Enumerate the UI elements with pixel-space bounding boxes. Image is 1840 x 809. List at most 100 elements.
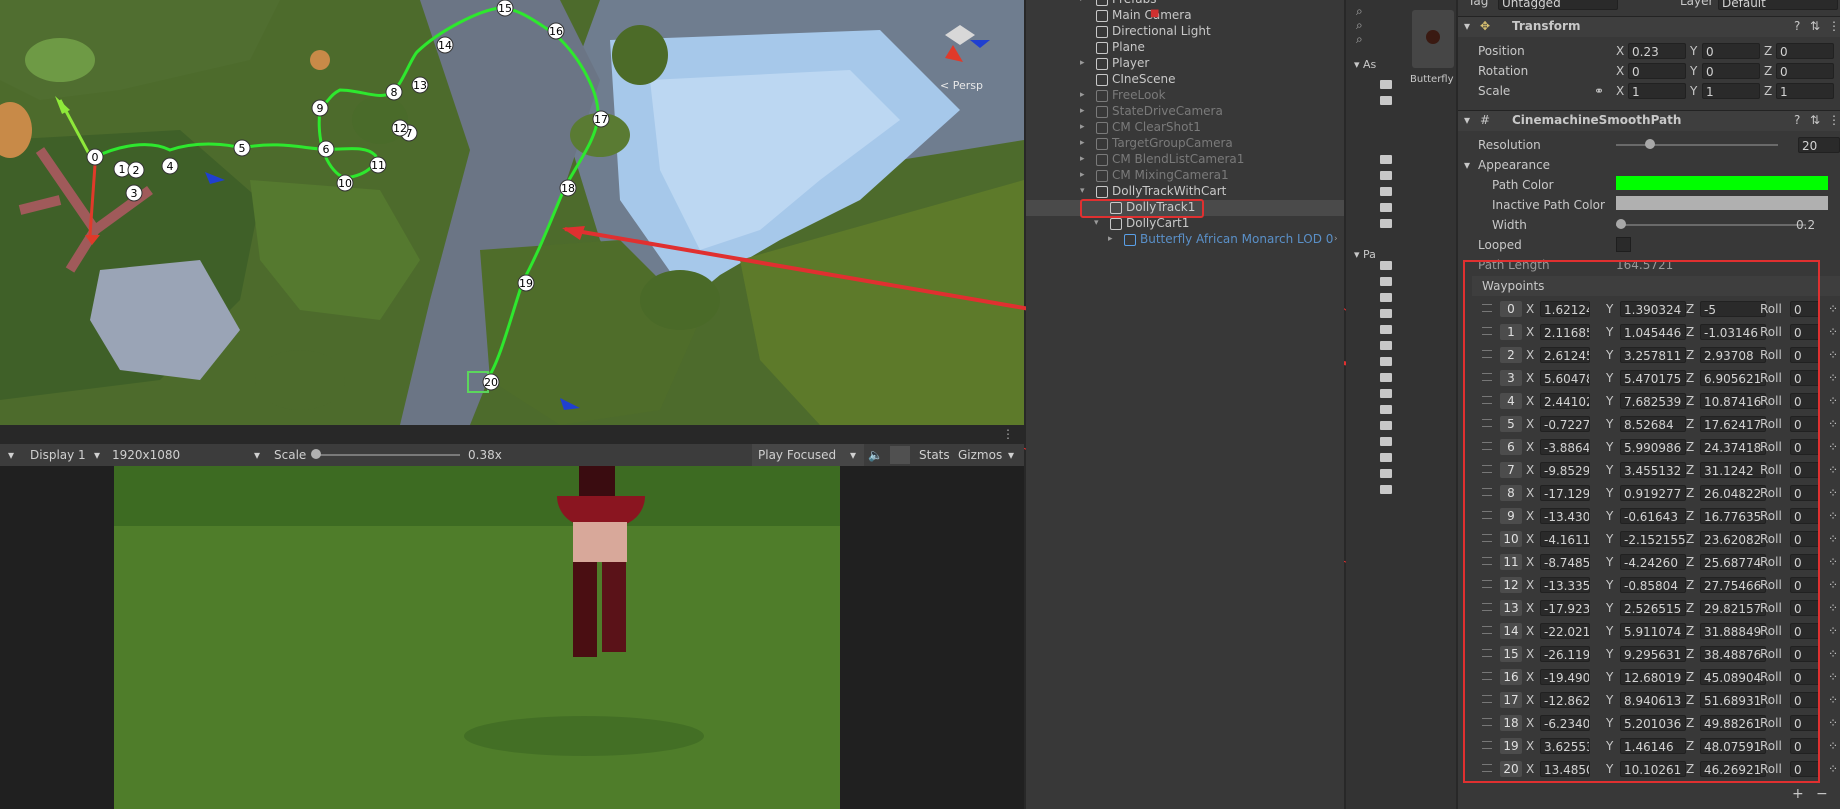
folder-icon[interactable] bbox=[1380, 453, 1392, 462]
move-icon[interactable]: ⁘ bbox=[1828, 440, 1838, 454]
scale-y-field[interactable]: 1 bbox=[1702, 83, 1760, 99]
folder-icon[interactable] bbox=[1380, 219, 1392, 228]
stats-button[interactable]: Stats bbox=[919, 448, 950, 462]
folder-icon[interactable] bbox=[1380, 421, 1392, 430]
move-icon[interactable]: ⁘ bbox=[1828, 624, 1838, 638]
audio-icon[interactable]: 🔈 bbox=[868, 448, 883, 462]
smooth-path-header[interactable]: ▾ # CinemachineSmoothPath ? ⇅ ⋮ bbox=[1458, 110, 1840, 131]
help-icon[interactable]: ? bbox=[1794, 113, 1800, 127]
remove-waypoint-button[interactable]: − bbox=[1816, 786, 1828, 802]
move-icon[interactable]: ⁘ bbox=[1828, 417, 1838, 431]
move-icon[interactable]: ⁘ bbox=[1828, 394, 1838, 408]
display-dropdown[interactable]: Display 1 bbox=[30, 448, 86, 462]
folder-icon[interactable] bbox=[1380, 277, 1392, 286]
hierarchy-item[interactable]: CIneScene bbox=[1026, 72, 1344, 88]
folder-icon[interactable] bbox=[1380, 357, 1392, 366]
search-icon[interactable]: ⌕ bbox=[1356, 4, 1363, 19]
folder-icon[interactable] bbox=[1380, 171, 1392, 180]
folder-icon[interactable] bbox=[1380, 203, 1392, 212]
folder-icon[interactable] bbox=[1380, 437, 1392, 446]
dropdown-arrow-icon[interactable]: ▾ bbox=[94, 448, 100, 462]
hierarchy-item[interactable]: ▸ Prefabs bbox=[1026, 0, 1344, 8]
foldout-icon[interactable]: ▾ bbox=[1464, 158, 1470, 172]
more-icon[interactable]: ⋮ bbox=[1828, 19, 1840, 33]
position-z-field[interactable]: 0 bbox=[1776, 43, 1834, 59]
dropdown-arrow-icon[interactable]: ▾ bbox=[8, 448, 14, 462]
move-icon[interactable]: ⁘ bbox=[1828, 762, 1838, 776]
hierarchy-item[interactable]: ▾ DollyTrackWithCart bbox=[1026, 184, 1344, 200]
width-value[interactable]: 0.2 bbox=[1796, 218, 1815, 232]
foldout-icon[interactable]: ▸ bbox=[1080, 58, 1085, 68]
tag-dropdown[interactable]: Untagged bbox=[1498, 0, 1618, 10]
move-icon[interactable]: ⁘ bbox=[1828, 302, 1838, 316]
link-icon[interactable]: ⚭ bbox=[1594, 84, 1604, 98]
resolution-slider[interactable] bbox=[1616, 144, 1778, 146]
scale-slider-track[interactable] bbox=[314, 454, 460, 456]
folder-icon[interactable] bbox=[1380, 485, 1392, 494]
foldout-icon[interactable]: ▸ bbox=[1108, 234, 1113, 244]
folder-icon[interactable] bbox=[1380, 155, 1392, 164]
move-icon[interactable]: ⁘ bbox=[1828, 601, 1838, 615]
scale-slider-handle[interactable] bbox=[311, 449, 321, 459]
help-icon[interactable]: ? bbox=[1794, 19, 1800, 33]
hierarchy-item[interactable]: ▸ Player bbox=[1026, 56, 1344, 72]
resolution-slider-handle[interactable] bbox=[1645, 139, 1656, 149]
hierarchy-item[interactable]: ▸ Butterfly African Monarch LOD 0 › bbox=[1026, 232, 1344, 248]
foldout-icon[interactable]: ▸ bbox=[1080, 122, 1085, 132]
resolution-dropdown[interactable]: 1920x1080 bbox=[112, 448, 180, 462]
move-icon[interactable]: ⁘ bbox=[1828, 463, 1838, 477]
add-waypoint-button[interactable]: + bbox=[1792, 786, 1804, 802]
hierarchy-item[interactable]: ▾ DollyCart1 bbox=[1026, 216, 1344, 232]
hierarchy-item[interactable]: ▸ TargetGroupCamera bbox=[1026, 136, 1344, 152]
move-icon[interactable]: ⁘ bbox=[1828, 348, 1838, 362]
resolution-field[interactable]: 20 bbox=[1798, 137, 1840, 153]
search-icon[interactable]: ⌕ bbox=[1356, 18, 1363, 33]
settings-icon[interactable]: ⇅ bbox=[1810, 113, 1820, 127]
hierarchy-panel[interactable]: ▸ Prefabs Main CameraDirectional Light Plan… bbox=[1026, 0, 1344, 809]
settings-icon[interactable]: ⇅ bbox=[1810, 19, 1820, 33]
foldout-icon[interactable]: ▸ bbox=[1080, 138, 1085, 148]
position-x-field[interactable]: 0.23 bbox=[1628, 43, 1686, 59]
looped-checkbox[interactable] bbox=[1616, 237, 1631, 252]
chevron-right-icon[interactable]: › bbox=[1334, 234, 1338, 244]
assets-folder[interactable]: ▾ As bbox=[1354, 58, 1376, 71]
gizmos-button[interactable]: Gizmos bbox=[958, 448, 1002, 462]
foldout-icon[interactable]: ▾ bbox=[1464, 113, 1470, 127]
hierarchy-item[interactable]: ▸ StateDriveCamera bbox=[1026, 104, 1344, 120]
move-icon[interactable]: ⁘ bbox=[1828, 578, 1838, 592]
dropdown-arrow-icon[interactable]: ▾ bbox=[850, 448, 856, 462]
foldout-icon[interactable]: ▸ bbox=[1080, 90, 1085, 100]
rotation-z-field[interactable]: 0 bbox=[1776, 63, 1834, 79]
position-y-field[interactable]: 0 bbox=[1702, 43, 1760, 59]
width-slider-handle[interactable] bbox=[1616, 219, 1626, 229]
move-icon[interactable]: ⁘ bbox=[1828, 693, 1838, 707]
rotation-y-field[interactable]: 0 bbox=[1702, 63, 1760, 79]
folder-icon[interactable] bbox=[1380, 469, 1392, 478]
dropdown-arrow-icon[interactable]: ▾ bbox=[1008, 448, 1014, 462]
foldout-icon[interactable]: ▸ bbox=[1080, 106, 1085, 116]
foldout-icon[interactable]: ▸ bbox=[1080, 154, 1085, 164]
hierarchy-item[interactable]: Main Camera bbox=[1026, 8, 1344, 24]
move-icon[interactable]: ⁘ bbox=[1828, 647, 1838, 661]
foldout-icon[interactable]: ▾ bbox=[1080, 186, 1085, 196]
move-icon[interactable]: ⁘ bbox=[1828, 739, 1838, 753]
more-icon[interactable]: ⋮ bbox=[1002, 427, 1014, 441]
move-icon[interactable]: ⁘ bbox=[1828, 486, 1838, 500]
hierarchy-item[interactable]: ▸ CM MixingCamera1 bbox=[1026, 168, 1344, 184]
width-slider[interactable] bbox=[1616, 224, 1806, 226]
move-icon[interactable]: ⁘ bbox=[1828, 371, 1838, 385]
packages-folder[interactable]: ▾ Pa bbox=[1354, 248, 1376, 261]
hierarchy-item[interactable]: Directional Light bbox=[1026, 24, 1344, 40]
search-icon[interactable]: ⌕ bbox=[1356, 32, 1363, 47]
move-icon[interactable]: ⁘ bbox=[1828, 716, 1838, 730]
move-icon[interactable]: ⁘ bbox=[1828, 670, 1838, 684]
project-panel[interactable]: ⌕ ⌕ ⌕ ▾ As ▾ Pa Butterfly bbox=[1346, 0, 1456, 809]
folder-icon[interactable] bbox=[1380, 80, 1392, 89]
folder-icon[interactable] bbox=[1380, 261, 1392, 270]
more-icon[interactable]: ⋮ bbox=[1828, 113, 1840, 127]
folder-icon[interactable] bbox=[1380, 373, 1392, 382]
folder-icon[interactable] bbox=[1380, 96, 1392, 105]
hierarchy-item[interactable]: ▸ FreeLook bbox=[1026, 88, 1344, 104]
scale-x-field[interactable]: 1 bbox=[1628, 83, 1686, 99]
folder-icon[interactable] bbox=[1380, 405, 1392, 414]
